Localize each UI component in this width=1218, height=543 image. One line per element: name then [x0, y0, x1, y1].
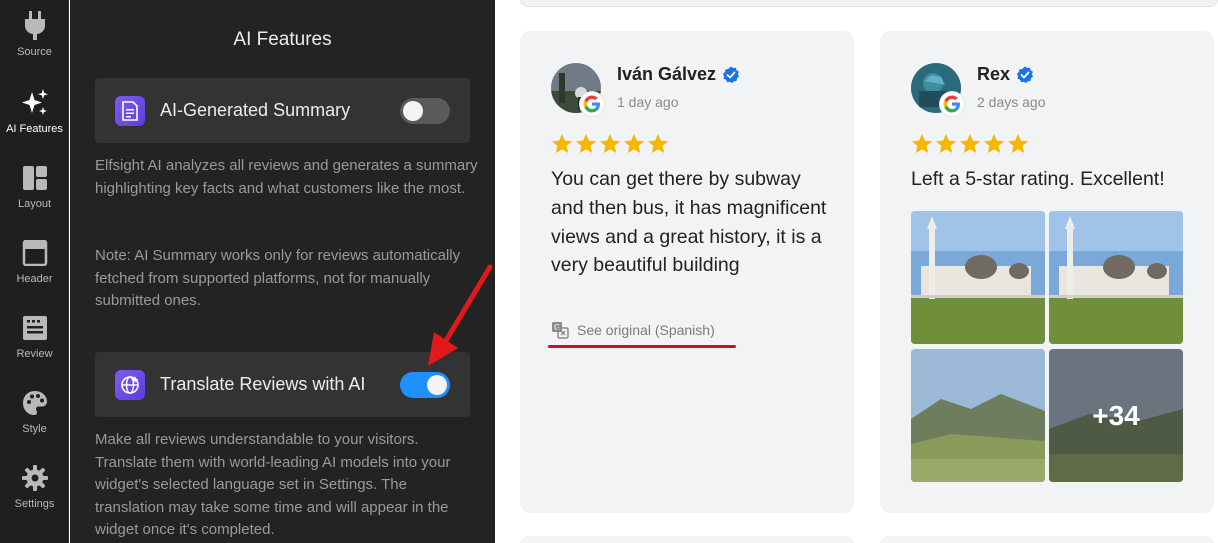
next-card-edge	[520, 536, 854, 543]
sparkles-icon	[19, 87, 51, 119]
plug-icon	[19, 10, 51, 42]
review-card: Iván Gálvez 1 day ago You can get there …	[520, 31, 854, 513]
review-date: 2 days ago	[977, 94, 1046, 110]
star-icon	[912, 134, 932, 153]
red-arrow-annotation	[428, 264, 493, 366]
review-photo[interactable]	[911, 211, 1045, 344]
sidebar-item-label: Settings	[14, 498, 55, 510]
google-icon	[580, 92, 604, 116]
sidebar-item-style[interactable]: Style	[0, 377, 69, 447]
star-icon	[576, 134, 596, 153]
header-window-icon	[19, 237, 51, 269]
feature-description: Elfsight AI analyzes all reviews and gen…	[95, 157, 478, 197]
review-photo-more[interactable]: +34	[1049, 349, 1183, 482]
feature-label: Translate Reviews with AI	[160, 374, 366, 394]
translate-toggle[interactable]	[400, 372, 450, 398]
toggle-knob	[403, 101, 423, 121]
reviewer-name[interactable]: Rex	[977, 64, 1010, 85]
star-icon	[624, 134, 644, 153]
document-sparkle-icon	[115, 95, 145, 126]
star-icon	[1008, 134, 1028, 153]
layout-grid-icon	[19, 162, 51, 194]
star-icon	[648, 134, 668, 153]
gear-icon	[19, 462, 51, 494]
google-icon	[940, 92, 964, 116]
verified-badge-icon	[723, 66, 740, 83]
sidebar-item-layout[interactable]: Layout	[0, 152, 69, 222]
panel-title: AI Features	[233, 29, 332, 50]
sidebar-rail: Source AI Features Layout Header Review …	[0, 0, 69, 543]
review-card: Rex 2 days ago Left a 5-star rating. Exc…	[880, 31, 1214, 513]
verified-badge-icon	[1017, 66, 1034, 83]
feature-card-ai-summary: AI-Generated Summary	[95, 78, 470, 143]
review-date: 1 day ago	[617, 94, 679, 110]
review-text: You can get there by subway and then bus…	[551, 168, 827, 277]
feature-card-translate: Translate Reviews with AI	[95, 352, 470, 417]
palette-icon	[19, 387, 51, 419]
see-original-label: See original (Spanish)	[577, 322, 715, 338]
sidebar-item-ai-features[interactable]: AI Features	[0, 77, 69, 147]
star-icon	[936, 134, 956, 153]
toggle-knob	[427, 375, 447, 395]
star-icon	[600, 134, 620, 153]
red-underline-annotation	[548, 345, 736, 348]
review-photo[interactable]	[911, 349, 1045, 482]
more-photos-count: +34	[1092, 399, 1140, 431]
sidebar-item-review[interactable]: Review	[0, 302, 69, 372]
star-rating	[911, 133, 1029, 155]
feature-label: AI-Generated Summary	[160, 100, 351, 120]
reviewer-name[interactable]: Iván Gálvez	[617, 64, 716, 85]
previous-card-edge	[520, 0, 1218, 7]
sidebar-item-label: Review	[16, 348, 53, 360]
review-photo[interactable]	[1049, 211, 1183, 344]
sidebar-item-label: AI Features	[6, 123, 63, 135]
reviewer-name-row: Rex	[977, 64, 1034, 85]
sidebar-item-label: Header	[16, 273, 53, 285]
star-icon	[960, 134, 980, 153]
ai-summary-toggle[interactable]	[400, 98, 450, 124]
sidebar-item-source[interactable]: Source	[0, 0, 69, 70]
sidebar-item-label: Source	[17, 46, 52, 58]
next-card-edge	[880, 536, 1214, 543]
review-text: Left a 5-star rating. Excellent!	[911, 168, 1165, 190]
star-icon	[552, 134, 572, 153]
widget-preview: Iván Gálvez 1 day ago You can get there …	[495, 0, 1218, 543]
translate-icon: G	[552, 322, 569, 339]
sidebar-item-label: Layout	[17, 198, 52, 210]
star-icon	[984, 134, 1004, 153]
star-rating	[551, 133, 669, 155]
reviewer-name-row: Iván Gálvez	[617, 64, 740, 85]
sidebar-item-header[interactable]: Header	[0, 227, 69, 297]
globe-sparkle-icon	[115, 369, 145, 400]
review-list-icon	[19, 312, 51, 344]
feature-description: Make all reviews understandable to your …	[95, 431, 451, 538]
see-original-link[interactable]: G See original (Spanish)	[551, 321, 715, 339]
sidebar-item-label: Style	[22, 423, 47, 435]
sidebar-item-settings[interactable]: Settings	[0, 452, 69, 522]
